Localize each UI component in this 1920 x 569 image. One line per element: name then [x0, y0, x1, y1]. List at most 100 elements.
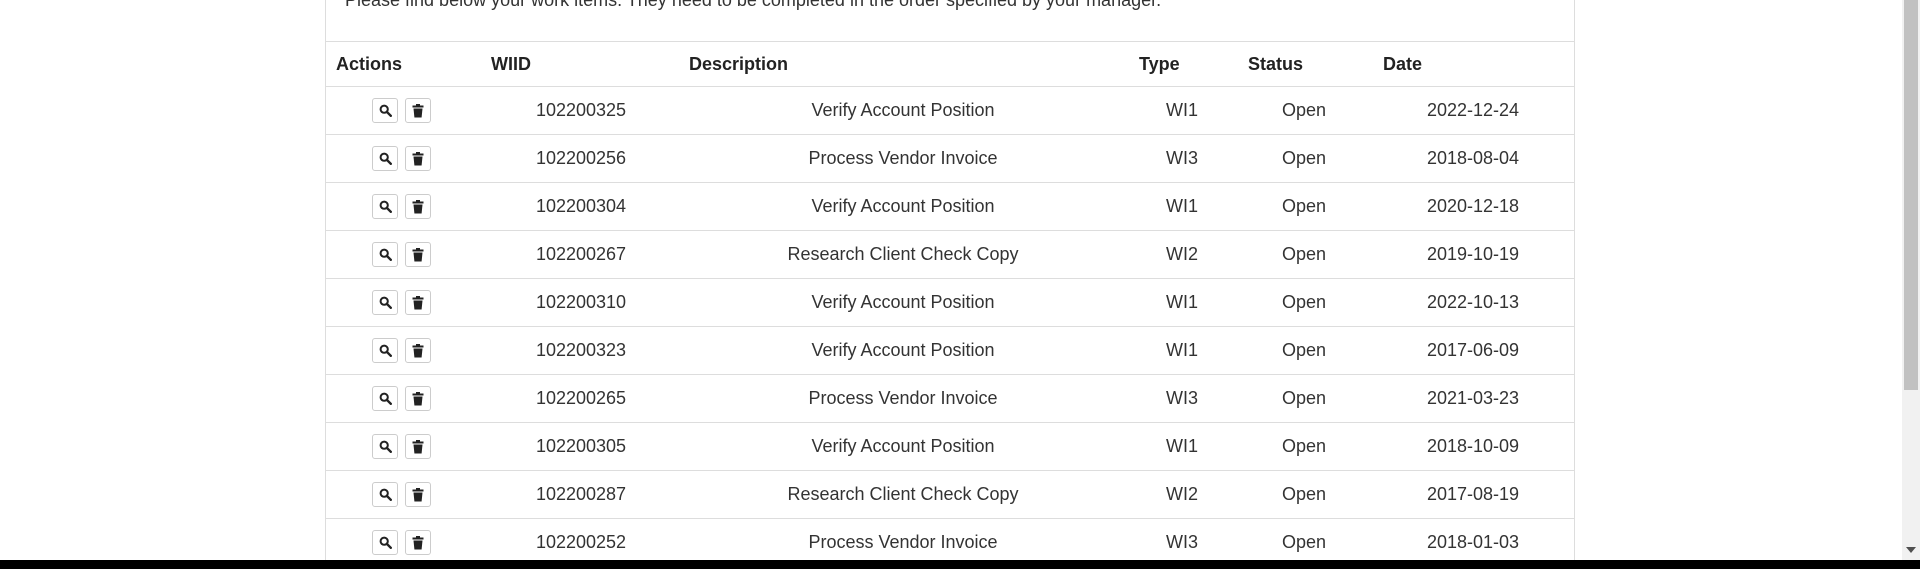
cell-wiid: 102200305 — [535, 436, 627, 456]
cell-wiid: 102200267 — [535, 244, 627, 264]
search-icon — [379, 248, 392, 261]
table-row: 102200265 Process Vendor Invoice WI3 Ope… — [326, 375, 1574, 423]
cell-date: 2022-12-24 — [1426, 100, 1520, 120]
cell-status: Open — [1281, 340, 1327, 360]
work-items-panel: Please find below your work items. They … — [325, 0, 1575, 560]
delete-button[interactable] — [405, 530, 431, 555]
cell-type: WI3 — [1165, 148, 1199, 168]
cell-wiid: 102200304 — [535, 196, 627, 216]
cell-description: Verify Account Position — [811, 196, 995, 216]
table-row: 102200323 Verify Account Position WI1 Op… — [326, 327, 1574, 375]
cell-date: 2018-08-04 — [1426, 148, 1520, 168]
view-button[interactable] — [372, 242, 398, 267]
cell-description: Verify Account Position — [811, 436, 995, 456]
delete-button[interactable] — [405, 338, 431, 363]
cell-date: 2022-10-13 — [1426, 292, 1520, 312]
search-icon — [379, 344, 392, 357]
cell-wiid: 102200323 — [535, 340, 627, 360]
delete-button[interactable] — [405, 434, 431, 459]
cell-date: 2017-06-09 — [1426, 340, 1520, 360]
delete-button[interactable] — [405, 386, 431, 411]
view-button[interactable] — [372, 98, 398, 123]
delete-button[interactable] — [405, 146, 431, 171]
search-icon — [379, 200, 392, 213]
header-actions: Actions — [336, 54, 403, 74]
table-row: 102200252 Process Vendor Invoice WI3 Ope… — [326, 519, 1574, 560]
cell-status: Open — [1281, 484, 1327, 504]
view-button[interactable] — [372, 146, 398, 171]
trash-icon — [412, 247, 424, 262]
cell-type: WI1 — [1165, 196, 1199, 216]
cell-type: WI2 — [1165, 244, 1199, 264]
delete-button[interactable] — [405, 482, 431, 507]
trash-icon — [412, 103, 424, 118]
cell-type: WI1 — [1165, 436, 1199, 456]
search-icon — [379, 104, 392, 117]
header-type: Type — [1139, 54, 1180, 74]
header-date: Date — [1383, 54, 1423, 74]
header-status: Status — [1248, 54, 1304, 74]
trash-icon — [412, 295, 424, 310]
cell-description: Process Vendor Invoice — [808, 532, 998, 552]
view-button[interactable] — [372, 434, 398, 459]
view-button[interactable] — [372, 530, 398, 555]
cell-type: WI3 — [1165, 532, 1199, 552]
header-description: Description — [689, 54, 789, 74]
cell-type: WI3 — [1165, 388, 1199, 408]
table-row: 102200256 Process Vendor Invoice WI3 Ope… — [326, 135, 1574, 183]
cell-date: 2021-03-23 — [1426, 388, 1520, 408]
cell-description: Verify Account Position — [811, 340, 995, 360]
view-button[interactable] — [372, 482, 398, 507]
table-header: Actions WIID Description Type Status Dat… — [326, 41, 1574, 87]
table-body: 102200325 Verify Account Position WI1 Op… — [326, 87, 1574, 560]
cell-wiid: 102200252 — [535, 532, 627, 552]
cell-date: 2020-12-18 — [1426, 196, 1520, 216]
trash-icon — [412, 199, 424, 214]
table-row: 102200305 Verify Account Position WI1 Op… — [326, 423, 1574, 471]
search-icon — [379, 152, 392, 165]
cell-type: WI1 — [1165, 292, 1199, 312]
scrollbar-thumb[interactable] — [1904, 0, 1918, 390]
cell-status: Open — [1281, 100, 1327, 120]
cell-description: Process Vendor Invoice — [808, 148, 998, 168]
cell-wiid: 102200325 — [535, 100, 627, 120]
scroll-down-arrow-icon[interactable] — [1906, 547, 1916, 553]
table-row: 102200310 Verify Account Position WI1 Op… — [326, 279, 1574, 327]
view-button[interactable] — [372, 386, 398, 411]
bottom-edge — [0, 560, 1920, 569]
cell-date: 2017-08-19 — [1426, 484, 1520, 504]
search-icon — [379, 488, 392, 501]
view-button[interactable] — [372, 338, 398, 363]
search-icon — [379, 440, 392, 453]
cell-date: 2019-10-19 — [1426, 244, 1520, 264]
cell-description: Verify Account Position — [811, 292, 995, 312]
delete-button[interactable] — [405, 98, 431, 123]
cell-status: Open — [1281, 244, 1327, 264]
cell-description: Verify Account Position — [811, 100, 995, 120]
cell-description: Research Client Check Copy — [787, 244, 1019, 264]
delete-button[interactable] — [405, 194, 431, 219]
trash-icon — [412, 487, 424, 502]
delete-button[interactable] — [405, 242, 431, 267]
cell-type: WI2 — [1165, 484, 1199, 504]
view-button[interactable] — [372, 290, 398, 315]
table-row: 102200304 Verify Account Position WI1 Op… — [326, 183, 1574, 231]
vertical-scrollbar[interactable] — [1902, 0, 1920, 560]
header-wiid: WIID — [491, 54, 531, 74]
trash-icon — [412, 151, 424, 166]
delete-button[interactable] — [405, 290, 431, 315]
intro-text: Please find below your work items. They … — [345, 0, 1162, 10]
cell-date: 2018-10-09 — [1426, 436, 1520, 456]
cell-description: Process Vendor Invoice — [808, 388, 998, 408]
cell-status: Open — [1281, 436, 1327, 456]
cell-status: Open — [1281, 292, 1327, 312]
cell-status: Open — [1281, 196, 1327, 216]
view-button[interactable] — [372, 194, 398, 219]
cell-status: Open — [1281, 388, 1327, 408]
search-icon — [379, 392, 392, 405]
cell-type: WI1 — [1165, 340, 1199, 360]
cell-status: Open — [1281, 532, 1327, 552]
cell-date: 2018-01-03 — [1426, 532, 1520, 552]
cell-description: Research Client Check Copy — [787, 484, 1019, 504]
table-row: 102200325 Verify Account Position WI1 Op… — [326, 87, 1574, 135]
